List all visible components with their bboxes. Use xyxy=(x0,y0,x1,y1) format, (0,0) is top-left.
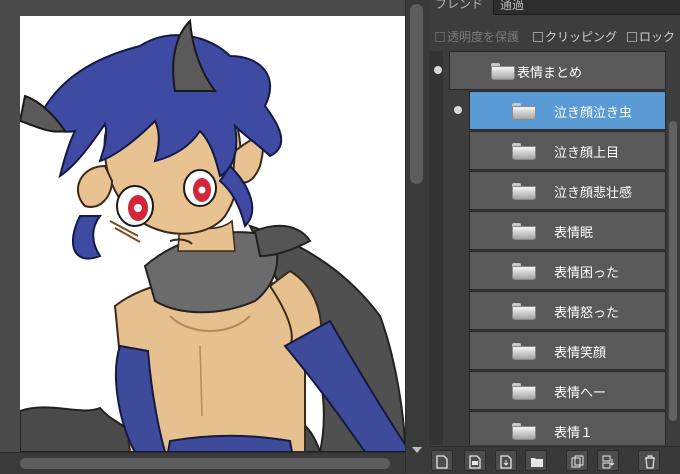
visibility-column xyxy=(429,51,443,445)
folder-icon xyxy=(512,143,536,160)
new-layer-icon xyxy=(436,454,448,469)
folder-icon xyxy=(512,303,536,320)
layer-toolbar xyxy=(429,446,680,474)
layer-row[interactable]: 表情怒った xyxy=(469,291,666,330)
canvas-horizontal-scroll-thumb[interactable] xyxy=(20,458,390,469)
layer-name: 表情困った xyxy=(554,266,620,281)
layer-name: 表情１ xyxy=(554,426,594,441)
layer-panel: ブレンド 通過 透明度を保護 クリッピング ロック 表情まとめ泣き顔泣き虫 泣き顔… xyxy=(429,0,680,474)
visibility-dot-icon[interactable] xyxy=(454,106,462,114)
import-icon xyxy=(500,454,512,469)
character-artwork[interactable] xyxy=(20,16,405,452)
canvas-vertical-scrollbar[interactable] xyxy=(405,0,429,473)
layer-row[interactable]: 表情困った xyxy=(469,251,666,290)
layer-row[interactable]: 表情１ xyxy=(469,411,666,445)
layer-name: 泣き顔上目 xyxy=(554,146,620,161)
duplicate-layer-icon xyxy=(571,454,584,468)
layer-name: 表情へー xyxy=(554,386,607,401)
layer-options-row: 透明度を保護 クリッピング ロック xyxy=(429,24,680,46)
folder-icon xyxy=(512,383,536,400)
delete-layer-icon xyxy=(643,454,655,469)
layer-row[interactable]: 表情眠 xyxy=(469,211,666,250)
duplicate-layer-button[interactable] xyxy=(566,450,588,471)
canvas-vertical-scroll-thumb[interactable] xyxy=(410,4,423,184)
lock-checkbox[interactable]: ロック xyxy=(627,28,675,45)
checkbox-icon xyxy=(435,32,445,42)
layer-row[interactable]: 泣き顔泣き虫 xyxy=(454,91,666,130)
layer-list[interactable]: 表情まとめ泣き顔泣き虫 泣き顔上目泣き顔悲壮感 表情眠表情困った表情怒った表情笑顔表… xyxy=(429,51,680,445)
clipping-label: クリッピング xyxy=(545,30,618,44)
layer-list-scroll-thumb[interactable] xyxy=(669,121,677,421)
lock-label: ロック xyxy=(639,30,676,44)
scroll-down-arrow-icon[interactable] xyxy=(412,447,422,453)
layer-row[interactable]: 泣き顔上目 xyxy=(469,131,666,170)
blend-mode-select[interactable]: 通過 xyxy=(493,0,680,15)
protect-transparency-checkbox[interactable]: 透明度を保護 xyxy=(435,28,519,45)
folder-icon xyxy=(491,63,515,80)
folder-icon xyxy=(512,423,536,440)
layer-row[interactable]: 表情へー xyxy=(469,371,666,410)
layer-name: 泣き顔悲壮感 xyxy=(554,186,633,201)
blend-mode-label: ブレンド xyxy=(435,0,484,11)
canvas-area[interactable] xyxy=(0,0,405,452)
folder-icon xyxy=(512,343,536,360)
new-folder-icon xyxy=(530,454,543,467)
clipping-checkbox[interactable]: クリッピング xyxy=(533,28,617,45)
visibility-dot-icon[interactable] xyxy=(434,66,442,74)
new-layer-from-file-icon xyxy=(469,454,481,469)
layer-row[interactable]: 泣き顔悲壮感 xyxy=(469,171,666,210)
folder-icon xyxy=(512,223,536,240)
layer-name: 表情怒った xyxy=(554,306,620,321)
checkbox-icon xyxy=(533,32,543,42)
new-folder-button[interactable] xyxy=(525,450,547,471)
canvas-horizontal-scrollbar[interactable] xyxy=(0,452,405,474)
layer-group-row[interactable]: 表情まとめ xyxy=(434,51,666,90)
merge-layer-button[interactable] xyxy=(597,450,619,471)
new-layer-button[interactable] xyxy=(431,450,453,471)
layer-name: 表情眠 xyxy=(554,226,594,241)
delete-layer-button[interactable] xyxy=(638,450,660,471)
import-button[interactable] xyxy=(495,450,517,471)
layer-name: 泣き顔泣き虫 xyxy=(554,106,633,121)
blend-mode-row: ブレンド 通過 xyxy=(429,0,680,20)
checkbox-icon xyxy=(627,32,637,42)
folder-icon xyxy=(512,103,536,120)
new-layer-from-file-button[interactable] xyxy=(464,450,486,471)
layer-list-scrollbar[interactable] xyxy=(666,51,680,445)
character-illustration xyxy=(20,18,405,452)
layer-row[interactable]: 表情笑顔 xyxy=(469,331,666,370)
blend-mode-value: 通過 xyxy=(500,0,525,12)
protect-transparency-label: 透明度を保護 xyxy=(447,30,520,44)
folder-icon xyxy=(512,183,536,200)
merge-layer-icon xyxy=(602,454,615,469)
folder-icon xyxy=(512,263,536,280)
layer-name: 表情笑顔 xyxy=(554,346,607,361)
layer-name: 表情まとめ xyxy=(517,66,583,81)
